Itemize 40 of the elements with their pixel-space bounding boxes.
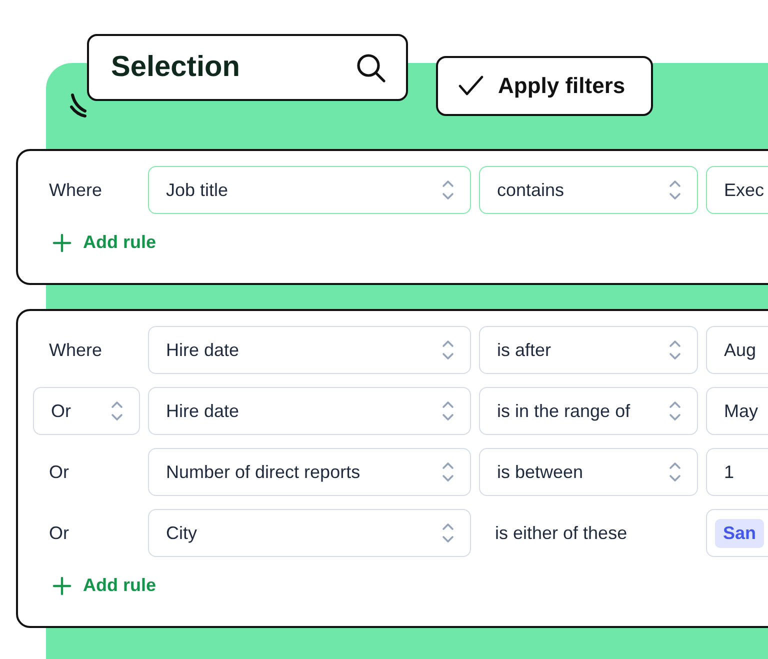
value-tag: San (715, 518, 764, 548)
operator-select[interactable]: is after (479, 326, 698, 374)
value-field[interactable]: Aug (706, 326, 768, 374)
chevron-updown-icon (442, 179, 454, 201)
operator-select[interactable]: is in the range of (479, 387, 698, 435)
connector-label: Or (48, 462, 70, 482)
operator-label: is either of these (494, 522, 628, 544)
field-select[interactable]: Number of direct reports (148, 448, 471, 496)
connector-select[interactable]: Or (33, 387, 140, 435)
field-select[interactable]: Hire date (148, 326, 471, 374)
accent-marks-icon (70, 93, 87, 118)
value-field[interactable]: May (706, 387, 768, 435)
value-field[interactable]: 1 (706, 448, 768, 496)
chevron-updown-icon (669, 461, 681, 483)
apply-filters-button[interactable]: Apply filters (436, 56, 653, 116)
connector-label: Where (48, 180, 104, 200)
add-rule-button[interactable]: Add rule (33, 228, 156, 253)
plus-icon (53, 576, 71, 594)
chevron-updown-icon (442, 400, 454, 422)
chevron-updown-icon (442, 339, 454, 361)
chevron-updown-icon (111, 400, 123, 422)
chevron-updown-icon (669, 400, 681, 422)
connector-label: Or (48, 522, 70, 544)
chevron-updown-icon (669, 179, 681, 201)
chevron-updown-icon (669, 339, 681, 361)
chevron-updown-icon (442, 522, 454, 544)
plus-icon (53, 234, 71, 252)
search-icon (356, 52, 386, 82)
chevron-updown-icon (442, 461, 454, 483)
value-field[interactable]: Exec (706, 166, 768, 214)
operator-select[interactable]: is between (479, 448, 698, 496)
check-icon (458, 75, 484, 97)
field-select[interactable]: City (148, 509, 471, 557)
field-select[interactable]: Hire date (148, 387, 471, 435)
value-field[interactable]: San (706, 509, 768, 557)
field-select[interactable]: Job title (148, 166, 471, 214)
operator-select[interactable]: contains (479, 166, 698, 214)
add-rule-button[interactable]: Add rule (33, 571, 156, 596)
search-field[interactable]: Selection (87, 34, 408, 101)
connector-label: Where (48, 340, 104, 360)
